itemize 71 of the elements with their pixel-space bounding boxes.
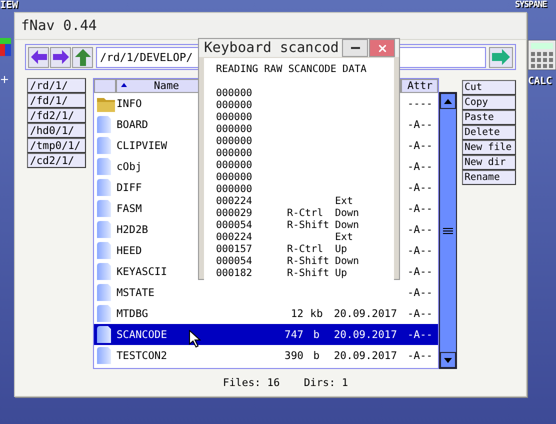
key-name: R-Shift [287,268,330,279]
file-count: Files: 16 [222,377,280,389]
file-size: 12 [290,308,304,320]
window-title: fNav 0.44 [21,18,97,34]
key-event: Down [335,208,360,219]
file-name: KEYASCII [116,266,168,278]
scancode: 000000 [216,184,254,196]
scancode: 000029 [216,208,254,220]
key-name: R-Shift [287,256,330,267]
file-attributes: ---- [406,98,434,110]
dialog-title: Keyboard scancod [204,40,340,56]
scancode: 000157 [216,244,254,256]
file-name: DIFF [116,182,142,194]
scancode: 000000 [216,160,254,172]
dialog-heading: READING RAW SCANCODE DATA [216,64,368,77]
file-attributes: -A-- [406,244,434,256]
file-name: INFO [116,98,142,110]
desktop-icon-label: CALC [528,76,552,87]
file-name: HEED [116,244,142,256]
size-unit: b [313,350,320,362]
scancode: 000224 [216,232,254,244]
scancode: 000000 [216,88,254,100]
file-name: TESTCON2 [116,350,168,362]
scancode: 000000 [216,112,254,124]
key-event: Ext [335,196,354,207]
file-attributes: -A-- [406,350,434,362]
file-date: 20.09.2017 [334,350,398,362]
scancode: 000000 [216,172,254,184]
file-name: CLIPVIEW [116,140,168,152]
file-size: 390 [284,350,304,362]
key-event: Down [335,220,360,231]
file-size: 747 [284,328,304,340]
key-event: Up [335,244,348,255]
size-unit: b [313,328,320,340]
file-name: SCANCODE [116,328,168,340]
desktop-icon-label: IEW [0,0,18,11]
dir-count: Dirs: 1 [304,377,348,389]
key-name: R-Ctrl [287,208,324,219]
scancode: 000182 [216,268,254,280]
key-event: Up [335,268,348,279]
file-name: BOARD [116,118,148,130]
file-attributes: -A-- [406,286,434,298]
file-attributes: -A-- [406,224,434,236]
key-name: R-Shift [287,220,330,231]
file-date: 20.09.2017 [334,308,398,320]
scancode: 000000 [216,124,254,136]
scancode: 000000 [216,136,254,148]
scancode: 000054 [216,256,254,268]
scancode: 000000 [216,100,254,112]
scancode: 000224 [216,196,254,208]
desktop-icon-label: SYSPANE [515,0,547,10]
file-attributes: -A-- [406,118,434,130]
file-attributes: -A-- [406,266,434,278]
file-name: MTDBG [116,308,148,320]
scancode: 000054 [216,220,254,232]
file-attributes: -A-- [406,160,434,172]
file-name: FASM [116,202,142,214]
key-name: R-Ctrl [287,244,324,255]
file-attributes: -A-- [406,202,434,214]
key-event: Ext [335,232,354,243]
file-name: cObj [116,160,142,172]
size-unit: kb [310,308,323,320]
scancode: 000000 [216,148,254,160]
file-attributes: -A-- [406,328,434,340]
file-date: 20.09.2017 [334,328,398,340]
file-attributes: -A-- [406,182,434,194]
file-attributes: -A-- [406,308,434,320]
key-event: Down [335,256,360,267]
file-name: MSTATE [116,286,154,298]
file-name: H2D2B [116,224,148,236]
file-attributes: -A-- [406,140,434,152]
